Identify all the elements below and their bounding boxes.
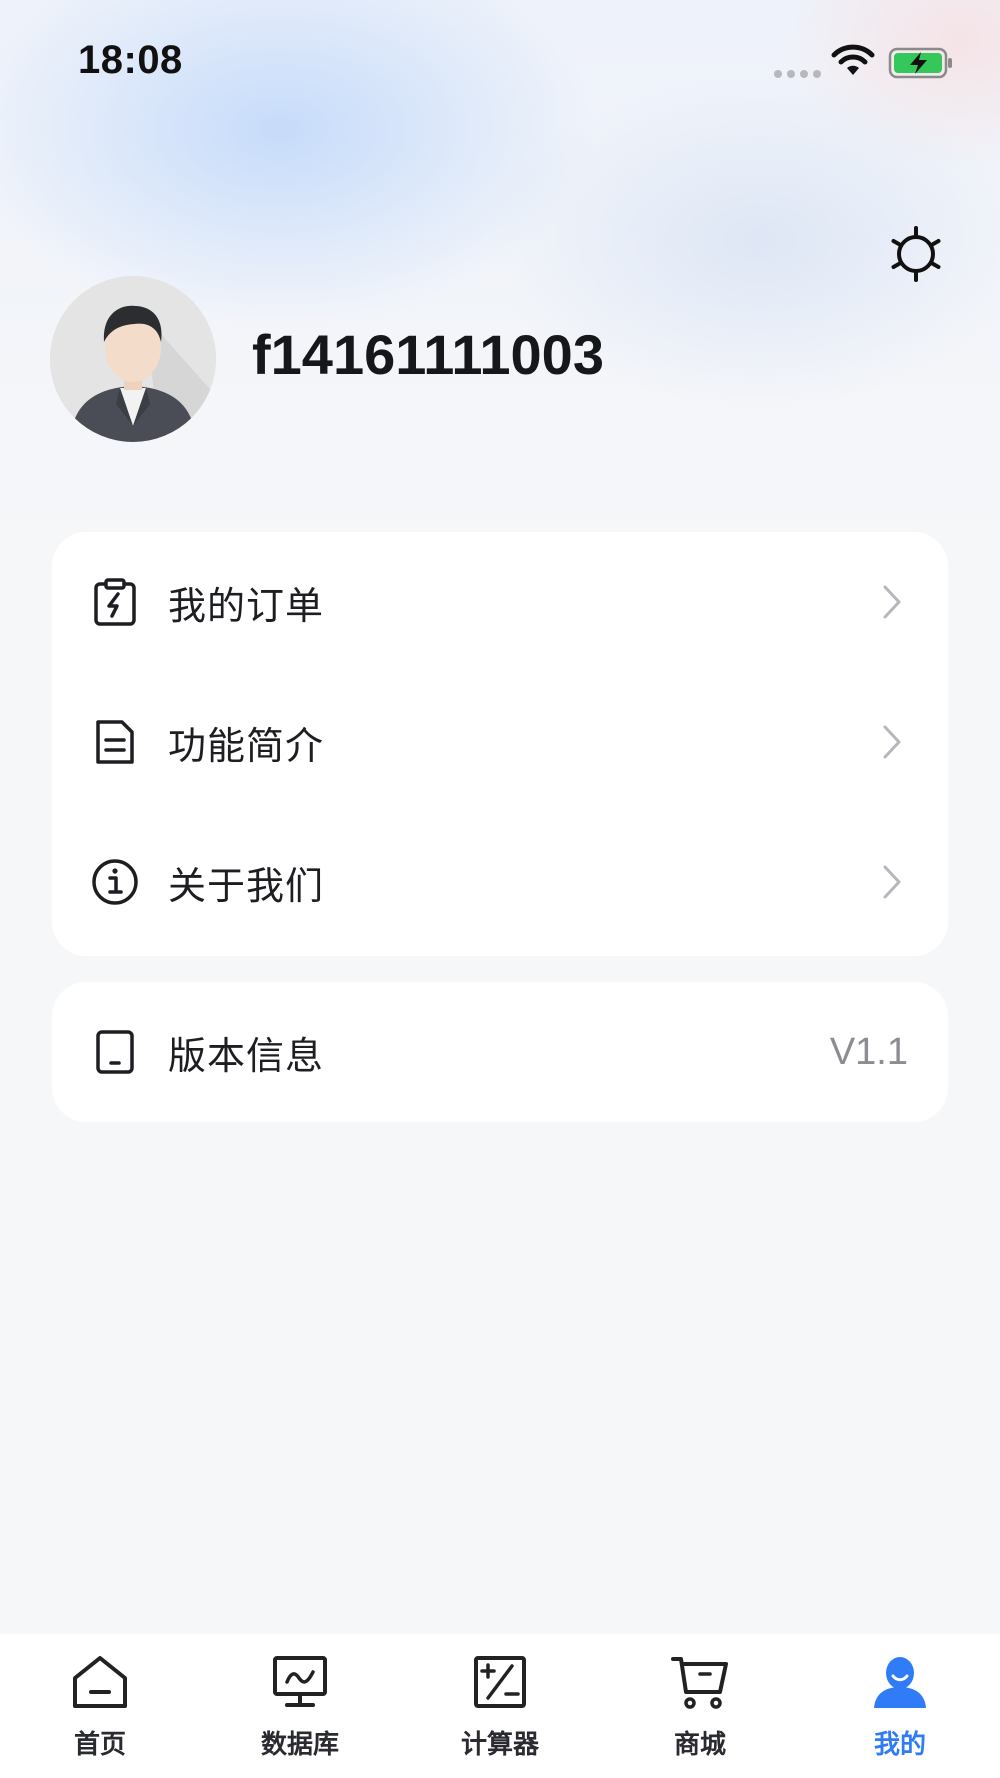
tab-label: 数据库 [260, 1730, 339, 1760]
tab-label: 计算器 [460, 1730, 539, 1760]
chevron-right-icon [880, 582, 904, 622]
bottom-tab-bar: 首页 数据库 计算器 商城 我的 [0, 1634, 1000, 1778]
version-label: 版本信息 [168, 1033, 325, 1078]
info-icon [90, 857, 140, 907]
menu-item-label: 功能简介 [168, 723, 325, 768]
tab-mall[interactable]: 商城 [600, 1634, 800, 1778]
wifi-icon [831, 44, 875, 75]
menu-item-label: 我的订单 [168, 583, 325, 628]
version-value: V1.1 [829, 1030, 908, 1073]
calculator-icon [470, 1652, 530, 1712]
status-time: 18:08 [78, 38, 183, 82]
tab-label: 商城 [673, 1730, 726, 1760]
chevron-right-icon [880, 862, 904, 902]
menu-item-feature-intro[interactable]: 功能简介 [52, 682, 948, 802]
menu-item-label: 关于我们 [168, 863, 325, 908]
home-icon [70, 1652, 130, 1712]
user-icon [870, 1652, 930, 1712]
chevron-right-icon [880, 722, 904, 762]
monitor-chart-icon [270, 1652, 330, 1712]
menu-card: 我的订单 功能简介 关于我们 [52, 532, 948, 956]
order-clipboard-icon [90, 577, 140, 627]
document-icon [90, 717, 140, 767]
profile-page: 18:08 f14161111003 我的订单 功能简介 关于我们 版本信息 V… [0, 0, 1000, 1778]
menu-item-version-info[interactable]: 版本信息 V1.1 [52, 992, 948, 1112]
settings-button[interactable] [886, 224, 946, 284]
avatar[interactable] [50, 276, 216, 442]
username: f14161111003 [252, 323, 604, 386]
tab-label: 我的 [873, 1730, 926, 1760]
tab-database[interactable]: 数据库 [200, 1634, 400, 1778]
tab-home[interactable]: 首页 [0, 1634, 200, 1778]
battery-charging-icon [888, 47, 952, 79]
user-avatar-icon [50, 276, 216, 442]
menu-item-about-us[interactable]: 关于我们 [52, 822, 948, 942]
tab-label: 首页 [73, 1730, 126, 1760]
menu-item-my-orders[interactable]: 我的订单 [52, 542, 948, 662]
settings-gear-icon [891, 226, 941, 282]
device-icon [90, 1027, 140, 1077]
cart-icon [670, 1652, 730, 1712]
tab-calculator[interactable]: 计算器 [400, 1634, 600, 1778]
tab-mine[interactable]: 我的 [800, 1634, 1000, 1778]
cellular-signal-icon [774, 70, 821, 78]
status-bar: 18:08 [0, 0, 1000, 130]
version-card: 版本信息 V1.1 [52, 982, 948, 1122]
